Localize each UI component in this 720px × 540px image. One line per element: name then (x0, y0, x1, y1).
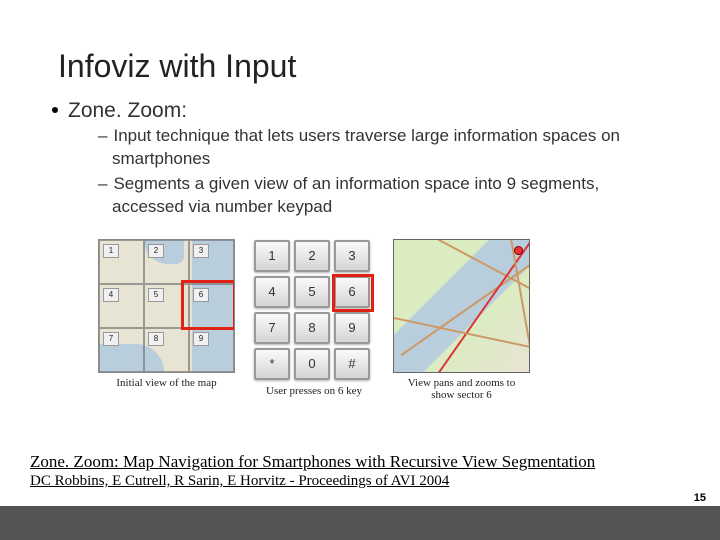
caption-initial-map: Initial view of the map (116, 377, 216, 389)
figure-zoomed-map: View pans and zooms to show sector 6 (393, 239, 530, 401)
bullet-level2-a: –Input technique that lets users travers… (98, 125, 630, 171)
figure-keypad: 1 2 3 4 5 6 7 8 9 * 0 # User presses on … (253, 239, 375, 397)
key-star[interactable]: * (254, 348, 290, 380)
zoomed-map-image (393, 239, 530, 373)
map-cell-1: 1 (103, 244, 119, 258)
figure-initial-map: 1 2 3 4 5 6 7 8 9 Initial view of the ma… (98, 239, 235, 389)
key-4[interactable]: 4 (254, 276, 290, 308)
key-hash[interactable]: # (334, 348, 370, 380)
key-8[interactable]: 8 (294, 312, 330, 344)
bullet2b-text: Segments a given view of an information … (112, 174, 599, 216)
map-road (501, 239, 530, 373)
key-2[interactable]: 2 (294, 240, 330, 272)
keypad-wrap: 1 2 3 4 5 6 7 8 9 * 0 # (253, 239, 375, 381)
map-cell-7: 7 (103, 332, 119, 346)
map-cell-5: 5 (148, 288, 164, 302)
key-5[interactable]: 5 (294, 276, 330, 308)
bullet2a-text: Input technique that lets users traverse… (112, 126, 620, 168)
citation-block: Zone. Zoom: Map Navigation for Smartphon… (30, 452, 595, 490)
dash-icon: – (98, 174, 107, 193)
bullet-level2-b: –Segments a given view of an information… (98, 173, 630, 219)
page-number: 15 (694, 492, 706, 504)
key-9[interactable]: 9 (334, 312, 370, 344)
map-road (401, 246, 530, 356)
bottom-bar (0, 506, 720, 540)
caption-zoomed-map: View pans and zooms to show sector 6 (397, 377, 527, 401)
figure-row: 1 2 3 4 5 6 7 8 9 Initial view of the ma… (98, 239, 720, 401)
map-cell-4: 4 (103, 288, 119, 302)
bullet-icon (52, 107, 58, 113)
key-7[interactable]: 7 (254, 312, 290, 344)
bullet1-text: Zone. Zoom: (68, 99, 187, 122)
highlight-rect (181, 280, 235, 330)
citation-authors: DC Robbins, E Cutrell, R Sarin, E Horvit… (30, 473, 595, 490)
map-cell-2: 2 (148, 244, 164, 258)
key-3[interactable]: 3 (334, 240, 370, 272)
keypad-highlight-rect (332, 274, 374, 312)
bullet-level1: Zone. Zoom: (52, 99, 660, 123)
map-cell-3: 3 (193, 244, 209, 258)
key-1[interactable]: 1 (254, 240, 290, 272)
citation-title: Zone. Zoom: Map Navigation for Smartphon… (30, 452, 595, 472)
dash-icon: – (98, 126, 107, 145)
key-0[interactable]: 0 (294, 348, 330, 380)
map-cell-8: 8 (148, 332, 164, 346)
caption-keypad: User presses on 6 key (266, 385, 362, 397)
slide: Infoviz with Input Zone. Zoom: –Input te… (0, 0, 720, 540)
slide-title: Infoviz with Input (58, 48, 720, 85)
map-pin-icon (514, 246, 523, 255)
initial-map-image: 1 2 3 4 5 6 7 8 9 (98, 239, 235, 373)
map-cell-9: 9 (193, 332, 209, 346)
map-road (393, 315, 530, 356)
